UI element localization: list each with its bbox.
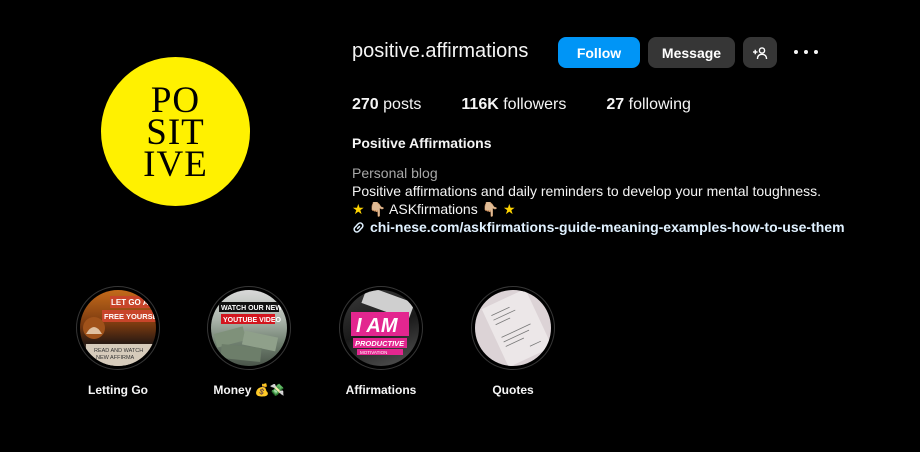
posts-count: 270 [352, 96, 379, 113]
highlight-cover-image: LET GO AN FREE YOURSELF READ AND WATCH N… [80, 290, 156, 366]
highlight-label: Affirmations [345, 383, 417, 397]
highlight-label: Quotes [492, 383, 534, 397]
cover-text: READ AND WATCH [94, 348, 143, 354]
highlight-ring [471, 286, 555, 370]
cover-text: I AM [356, 315, 399, 337]
profile-full-name: Positive Affirmations [352, 135, 492, 151]
highlight-letting-go[interactable]: LET GO AN FREE YOURSELF READ AND WATCH N… [63, 286, 173, 397]
bio-text: Positive affirmations and daily reminder… [352, 183, 821, 199]
highlight-money[interactable]: WATCH OUR NEW YOUTUBE VIDEO Money 💰💸 [194, 286, 304, 397]
cover-text: LET GO AN [111, 298, 154, 307]
pointing-down-icon: 👇🏼 [368, 201, 386, 217]
posts-stat: 270 posts [352, 96, 421, 114]
highlight-cover-image: WATCH OUR NEW YOUTUBE VIDEO [211, 290, 287, 366]
avatar-text-line-3: IVE [143, 143, 208, 185]
follow-button[interactable]: Follow [558, 37, 640, 68]
highlight-ring: LET GO AN FREE YOURSELF READ AND WATCH N… [76, 286, 160, 370]
cover-text: FREE YOURSELF [104, 312, 156, 321]
affirmations-cover-art: I AM PRODUCTIVE MOTIVATION [351, 290, 415, 355]
add-user-icon [753, 46, 768, 59]
more-dot [794, 50, 798, 54]
followers-stat[interactable]: 116K followers [461, 96, 566, 114]
cover-text: WATCH OUR NEW [221, 305, 282, 312]
profile-username: positive.affirmations [352, 40, 529, 62]
highlight-affirmations[interactable]: I AM PRODUCTIVE MOTIVATION Affirmations [326, 286, 436, 397]
highlight-ring: WATCH OUR NEW YOUTUBE VIDEO [207, 286, 291, 370]
posts-label: posts [383, 96, 422, 113]
following-stat[interactable]: 27 following [606, 96, 691, 114]
cover-text: MOTIVATION [360, 350, 387, 355]
highlight-ring: I AM PRODUCTIVE MOTIVATION [339, 286, 423, 370]
link-icon [353, 221, 364, 233]
bio-askfirmations-line: ★ 👇🏼 ASKfirmations 👇🏼 ★ [352, 201, 516, 218]
highlight-label: Money 💰💸 [213, 383, 285, 397]
highlight-cover-image: I AM PRODUCTIVE MOTIVATION [343, 290, 419, 366]
profile-avatar[interactable]: PO SIT IVE [101, 57, 250, 206]
money-cover-art: WATCH OUR NEW YOUTUBE VIDEO [213, 302, 282, 363]
quotes-cover-art [481, 290, 551, 366]
followers-count: 116K [461, 96, 499, 113]
letting-go-cover-art: LET GO AN FREE YOURSELF READ AND WATCH N… [83, 296, 156, 366]
highlight-cover-image [475, 290, 551, 366]
followers-label: followers [503, 96, 567, 113]
highlight-quotes[interactable]: Quotes [458, 286, 568, 397]
cover-text: PRODUCTIVE [355, 339, 405, 348]
profile-category: Personal blog [352, 165, 438, 181]
following-count: 27 [606, 96, 625, 113]
profile-stats: 270 posts 116K followers 27 following [352, 96, 731, 114]
profile-page: PO SIT IVE positive.affirmations Follow … [0, 0, 920, 452]
message-button[interactable]: Message [648, 37, 735, 68]
cover-text: NEW AFFIRMA [96, 355, 135, 361]
suggested-users-button[interactable] [743, 37, 777, 68]
more-dot [804, 50, 808, 54]
avatar-logo-text: PO SIT IVE [143, 82, 208, 185]
highlight-label: Letting Go [88, 383, 148, 397]
star-icon: ★ [502, 201, 516, 217]
more-options-icon[interactable] [794, 44, 818, 60]
cover-text: YOUTUBE VIDEO [223, 317, 282, 324]
profile-link-text: chi-nese.com/askfirmations-guide-meaning… [370, 219, 845, 235]
more-dot [814, 50, 818, 54]
pointing-down-icon: 👇🏼 [481, 201, 500, 217]
profile-link[interactable]: chi-nese.com/askfirmations-guide-meaning… [352, 219, 845, 235]
following-label: following [628, 96, 691, 113]
bio-askfirmations: ASKfirmations [389, 201, 478, 217]
star-icon: ★ [352, 201, 365, 217]
